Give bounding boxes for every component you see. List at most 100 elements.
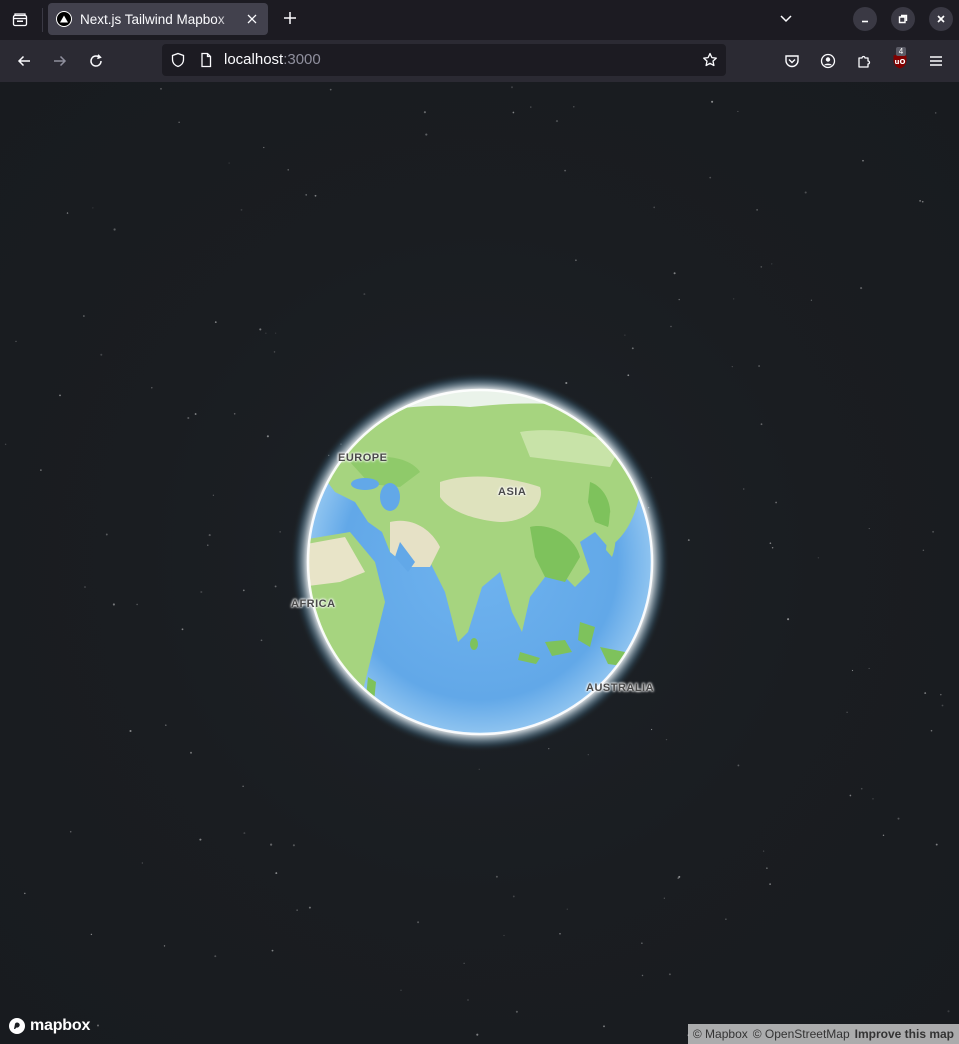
star	[233, 413, 236, 415]
star	[897, 817, 900, 820]
star	[849, 794, 852, 797]
close-icon[interactable]	[244, 11, 260, 27]
star	[423, 111, 426, 114]
star	[673, 272, 676, 275]
star	[711, 100, 714, 103]
pocket-button[interactable]	[778, 47, 806, 75]
url-host: localhost	[224, 51, 284, 68]
attribution-mapbox-link[interactable]: © Mapbox	[693, 1027, 748, 1041]
star	[587, 754, 589, 756]
star	[287, 169, 289, 171]
star	[363, 293, 366, 296]
star	[573, 106, 575, 108]
maximize-icon	[898, 14, 908, 24]
star	[266, 435, 269, 438]
star	[105, 533, 108, 536]
star	[329, 88, 332, 91]
star	[762, 850, 765, 852]
star	[941, 704, 944, 707]
continent-label-australia: AUSTRALIA	[586, 682, 655, 694]
mapbox-logo[interactable]: mapbox	[8, 1017, 90, 1035]
app-menu-button[interactable]	[922, 47, 950, 75]
star	[263, 146, 265, 149]
star	[243, 832, 246, 835]
star	[771, 263, 773, 265]
star	[575, 259, 577, 262]
star	[228, 162, 230, 164]
star	[271, 949, 274, 952]
pocket-icon	[785, 55, 799, 68]
star	[190, 751, 192, 754]
star	[678, 875, 681, 878]
star	[40, 469, 42, 471]
new-tab-button[interactable]	[278, 6, 302, 30]
star	[292, 844, 295, 847]
star	[270, 843, 273, 846]
star	[69, 830, 72, 833]
star	[851, 669, 854, 672]
star	[212, 494, 215, 496]
star	[860, 787, 863, 790]
star	[737, 764, 740, 767]
account-button[interactable]	[814, 47, 842, 75]
url-bar[interactable]: localhost:3000	[162, 44, 726, 76]
star	[200, 590, 203, 594]
star	[273, 351, 276, 353]
star	[868, 667, 870, 669]
forward-button[interactable]	[46, 47, 74, 75]
star	[214, 321, 217, 323]
maximize-button[interactable]	[891, 7, 915, 31]
star	[240, 209, 243, 211]
star	[242, 785, 244, 787]
star	[136, 603, 138, 606]
star	[400, 989, 402, 991]
star	[935, 843, 938, 846]
star	[84, 586, 86, 588]
map-canvas[interactable]: EUROPE ASIA AFRICA AUSTRALIA mapbox © Ma…	[0, 82, 959, 1044]
star	[930, 729, 933, 732]
star-icon[interactable]	[702, 52, 718, 73]
attribution-osm-link[interactable]: © OpenStreetMap	[753, 1027, 850, 1041]
list-all-tabs-button[interactable]	[774, 6, 798, 30]
tab-active[interactable]: Next.js Tailwind Mapbox	[48, 3, 268, 35]
star	[181, 628, 184, 631]
star	[187, 416, 190, 420]
star	[59, 394, 61, 397]
minimize-icon	[862, 20, 868, 23]
shield-icon[interactable]	[170, 52, 186, 73]
extensions-button[interactable]	[850, 47, 878, 75]
star	[860, 287, 863, 290]
star	[279, 531, 281, 533]
star	[760, 423, 763, 426]
star	[476, 1033, 479, 1036]
tab-overview-icon[interactable]	[6, 6, 34, 34]
star	[308, 906, 311, 909]
star	[769, 883, 771, 885]
url-text[interactable]: localhost:3000	[224, 51, 321, 68]
star	[663, 897, 665, 899]
continent-label-europe: EUROPE	[338, 452, 388, 464]
star	[670, 325, 672, 328]
improve-map-link[interactable]: Improve this map	[855, 1027, 954, 1041]
star	[769, 542, 772, 545]
star	[760, 266, 763, 268]
star	[495, 875, 498, 878]
minimize-button[interactable]	[853, 7, 877, 31]
continent-label-africa: AFRICA	[291, 598, 336, 610]
page-icon[interactable]	[198, 52, 214, 73]
star	[924, 692, 927, 695]
star	[15, 340, 17, 343]
mapbox-logo-icon	[9, 1018, 25, 1034]
star	[163, 945, 166, 947]
star	[113, 228, 116, 231]
tab-strip: Next.js Tailwind Mapbox	[0, 0, 959, 40]
extension-badge: 4	[896, 47, 906, 56]
star	[731, 366, 733, 368]
star	[555, 120, 559, 123]
arrow-right-icon	[54, 55, 67, 67]
reload-button[interactable]	[82, 47, 110, 75]
close-window-button[interactable]	[929, 7, 953, 31]
star	[872, 798, 874, 800]
back-button[interactable]	[10, 47, 38, 75]
globe[interactable]: EUROPE ASIA AFRICA AUSTRALIA	[290, 372, 670, 752]
